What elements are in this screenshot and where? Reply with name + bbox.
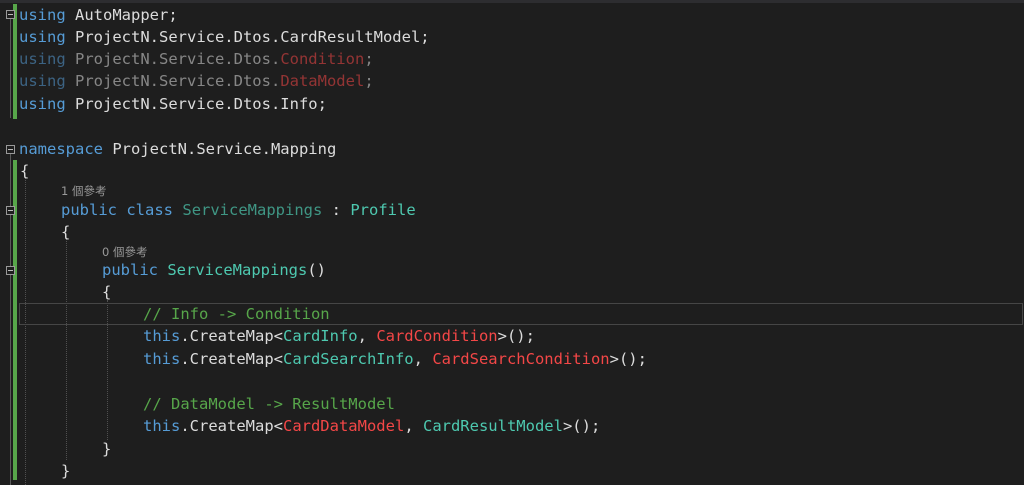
- keyword: using: [19, 72, 66, 90]
- base-class: Profile: [350, 201, 416, 219]
- code-line[interactable]: {: [0, 160, 1024, 182]
- code-line[interactable]: this.CreateMap<CardInfo, CardCondition>(…: [0, 325, 1024, 347]
- punctuation: >();: [609, 350, 647, 368]
- keyword: public: [102, 261, 158, 279]
- codelens-references[interactable]: 0 個參考: [102, 244, 147, 260]
- code-text: using ProjectN.Service.Dtos.Info;: [19, 93, 327, 115]
- error-type: DataModel: [280, 72, 365, 90]
- code-line[interactable]: this.CreateMap<CardDataModel, CardResult…: [0, 415, 1024, 437]
- method-call: .CreateMap<: [180, 327, 283, 345]
- close-brace: }: [102, 440, 112, 458]
- code-text: public ServiceMappings(): [102, 259, 326, 281]
- error-type: Condition: [280, 50, 365, 68]
- keyword: namespace: [19, 140, 103, 158]
- keyword: public: [61, 201, 117, 219]
- code-line[interactable]: }: [0, 438, 1024, 460]
- code-line[interactable]: using ProjectN.Service.Dtos.CardResultMo…: [0, 26, 1024, 48]
- code-text: public class ServiceMappings : Profile: [61, 199, 416, 221]
- keyword: using: [19, 6, 66, 24]
- source-type: CardInfo: [282, 327, 358, 345]
- code-text: namespace ProjectN.Service.Mapping: [19, 138, 336, 160]
- error-type: CardCondition: [376, 327, 498, 345]
- code-line[interactable]: public class ServiceMappings : Profile: [0, 199, 1024, 221]
- punctuation: ;: [364, 50, 374, 68]
- open-brace: {: [20, 162, 30, 180]
- punctuation: :: [322, 201, 351, 219]
- open-brace: {: [61, 223, 71, 241]
- codelens-line[interactable]: 1 個參考: [0, 180, 1024, 200]
- error-type: CardDataModel: [282, 417, 405, 435]
- code-line[interactable]: {: [0, 281, 1024, 303]
- constructor-name: ServiceMappings: [167, 261, 308, 279]
- punctuation: >();: [497, 327, 535, 345]
- code-line[interactable]: // Info -> Condition: [0, 303, 1024, 325]
- keyword: using: [19, 28, 66, 46]
- code-line[interactable]: this.CreateMap<CardSearchInfo, CardSearc…: [0, 348, 1024, 370]
- code-text: this.CreateMap<CardDataModel, CardResult…: [143, 415, 600, 437]
- code-line[interactable]: namespace ProjectN.Service.Mapping: [0, 138, 1024, 160]
- code-text: this.CreateMap<CardInfo, CardCondition>(…: [143, 325, 535, 347]
- codelens-line[interactable]: 0 個參考: [0, 241, 1024, 261]
- error-type: CardSearchCondition: [432, 350, 610, 368]
- code-text: this.CreateMap<CardSearchInfo, CardSearc…: [143, 348, 647, 370]
- code-line[interactable]: using ProjectN.Service.Dtos.DataModel;: [0, 70, 1024, 92]
- code-text: using ProjectN.Service.Dtos.CardResultMo…: [19, 26, 430, 48]
- code-editor[interactable]: using AutoMapper; using ProjectN.Service…: [0, 0, 1024, 485]
- code-text: using AutoMapper;: [19, 4, 178, 26]
- keyword: this: [143, 350, 181, 368]
- punctuation: >();: [562, 417, 601, 435]
- method-call: .CreateMap<: [180, 350, 283, 368]
- keyword: using: [19, 50, 66, 68]
- code-line[interactable]: using ProjectN.Service.Dtos.Info;: [0, 93, 1024, 115]
- punctuation: ,: [413, 350, 433, 368]
- keyword: this: [143, 417, 181, 435]
- keyword: using: [19, 95, 66, 113]
- keyword: this: [143, 327, 181, 345]
- namespace-text: AutoMapper;: [65, 6, 178, 24]
- comment: // DataModel -> ResultModel: [143, 395, 395, 413]
- comment: // Info -> Condition: [143, 305, 330, 323]
- code-line[interactable]: {: [0, 221, 1024, 243]
- namespace-text: ProjectN.Service.Dtos.Info;: [65, 95, 327, 113]
- class-name: ServiceMappings: [182, 201, 323, 219]
- open-brace: {: [102, 283, 112, 301]
- source-type: CardSearchInfo: [282, 350, 414, 368]
- code-line[interactable]: // DataModel -> ResultModel: [0, 393, 1024, 415]
- code-text: using ProjectN.Service.Dtos.DataModel;: [19, 70, 374, 92]
- close-brace: }: [61, 462, 71, 480]
- punctuation: ,: [404, 417, 423, 435]
- code-line[interactable]: }: [0, 460, 1024, 482]
- codelens-references[interactable]: 1 個參考: [61, 183, 106, 199]
- punctuation: (): [307, 261, 326, 279]
- keyword: class: [126, 201, 174, 219]
- code-line[interactable]: public ServiceMappings(): [0, 259, 1024, 281]
- code-line[interactable]: using AutoMapper;: [0, 4, 1024, 26]
- punctuation: ,: [357, 327, 377, 345]
- method-call: .CreateMap<: [180, 417, 283, 435]
- namespace-text: ProjectN.Service.Dtos.: [65, 50, 281, 68]
- namespace-name: ProjectN.Service.Mapping: [103, 140, 337, 158]
- namespace-text: ProjectN.Service.Dtos.CardResultModel;: [65, 28, 430, 46]
- tab-strip-edge: [0, 0, 1024, 3]
- code-text: using ProjectN.Service.Dtos.Condition;: [19, 48, 374, 70]
- punctuation: ;: [364, 72, 374, 90]
- namespace-text: ProjectN.Service.Dtos.: [65, 72, 281, 90]
- dest-type: CardResultModel: [422, 417, 563, 435]
- code-line[interactable]: using ProjectN.Service.Dtos.Condition;: [0, 48, 1024, 70]
